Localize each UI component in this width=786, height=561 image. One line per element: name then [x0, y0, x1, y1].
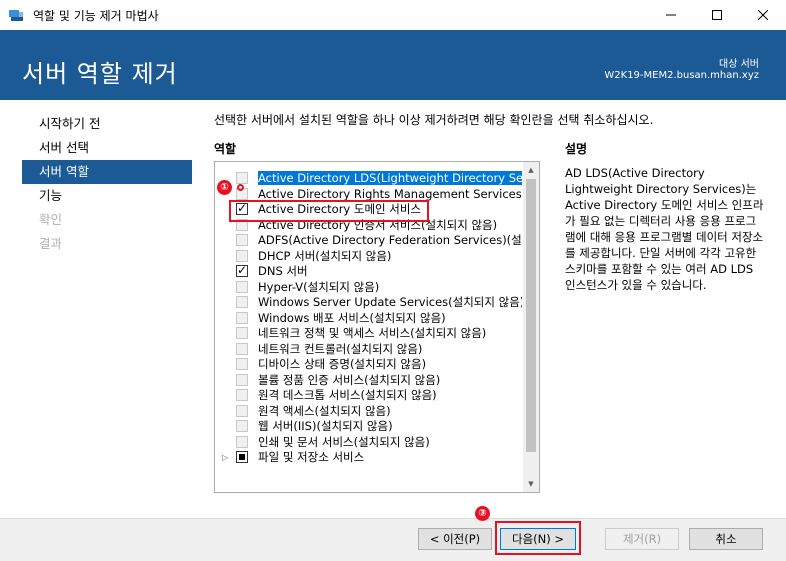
role-checkbox[interactable] [236, 404, 248, 417]
role-checkbox[interactable] [236, 172, 248, 184]
role-checkbox[interactable] [236, 420, 248, 432]
annotation-box-next [495, 521, 581, 555]
role-checkbox[interactable] [236, 327, 248, 339]
role-item[interactable]: 볼륨 정품 인증 서비스(설치되지 않음) [215, 373, 522, 389]
minimize-icon [666, 14, 676, 16]
role-label: Active Directory LDS(Lightweight Directo… [258, 171, 522, 185]
role-label: DNS 서버 [258, 264, 308, 278]
role-label: 원격 데스크톱 서비스(설치되지 않음) [258, 388, 437, 402]
role-item[interactable]: Active Directory LDS(Lightweight Directo… [215, 171, 522, 187]
role-item[interactable]: DHCP 서버(설치되지 않음) [215, 249, 522, 265]
wizard-steps-nav: 시작하기 전 서버 선택 서버 역할 기능확인결과 [22, 112, 192, 256]
nav-item-5: 결과 [39, 236, 63, 251]
role-item[interactable]: 인쇄 및 문서 서비스(설치되지 않음) [215, 435, 522, 451]
maximize-icon [712, 10, 722, 20]
role-checkbox[interactable] [236, 358, 248, 370]
nav-item-2[interactable]: 서버 역할 [22, 160, 192, 184]
annotation-number-1: ① [217, 180, 232, 195]
role-item[interactable]: DNS 서버 [215, 264, 522, 280]
role-label: 네트워크 정책 및 액세스 서비스(설치되지 않음) [258, 326, 487, 340]
destination-server-label: 대상 서버 [719, 59, 759, 70]
role-label: DHCP 서버(설치되지 않음) [258, 248, 392, 263]
role-item[interactable]: 웹 서버(IIS)(설치되지 않음) [215, 419, 522, 435]
role-label: 인쇄 및 문서 서비스(설치되지 않음) [258, 434, 430, 449]
server-manager-icon [9, 10, 23, 21]
role-label: Active Directory Rights Management Servi… [258, 186, 522, 201]
role-description: AD LDS(Active Directory Lightweight Dire… [565, 166, 764, 292]
role-checkbox[interactable] [236, 389, 248, 401]
remove-button[interactable]: 제거(R) [605, 528, 679, 550]
role-label: 원격 액세스(설치되지 않음) [258, 403, 391, 418]
role-label: ADFS(Active Directory Federation Service… [258, 233, 522, 247]
cancel-button[interactable]: 취소 [689, 528, 763, 550]
role-checkbox[interactable] [236, 342, 248, 355]
annotation-dot [237, 184, 244, 191]
role-checkbox[interactable] [236, 264, 248, 279]
role-checkbox[interactable] [236, 435, 248, 448]
destination-server-name: W2K19-MEM2.busan.mhan.xyz [604, 70, 759, 81]
role-checkbox[interactable] [236, 311, 248, 324]
role-item[interactable]: Hyper-V(설치되지 않음) [215, 280, 522, 296]
close-button[interactable] [740, 0, 786, 30]
role-label: 디바이스 상태 증명(설치되지 않음) [258, 357, 427, 371]
expand-arrow-icon[interactable]: ▷ [222, 450, 228, 466]
nav-item-4: 확인 [39, 212, 63, 227]
window-title: 역할 및 기능 제거 마법사 [33, 9, 159, 23]
role-checkbox[interactable] [236, 249, 248, 262]
minimize-button[interactable] [648, 0, 694, 30]
role-checkbox[interactable] [236, 280, 248, 293]
nav-item-1[interactable]: 서버 선택 [22, 136, 192, 160]
scroll-down-arrow-icon[interactable]: ▼ [523, 476, 539, 492]
role-item[interactable]: ADFS(Active Directory Federation Service… [215, 233, 522, 249]
role-item[interactable]: 네트워크 컨트롤러(설치되지 않음) [215, 342, 522, 358]
scroll-up-arrow-icon[interactable]: ▲ [523, 162, 539, 178]
maximize-button[interactable] [694, 0, 740, 30]
role-checkbox[interactable] [236, 451, 248, 463]
role-label: 웹 서버(IIS)(설치되지 않음) [258, 419, 393, 433]
role-checkbox[interactable] [236, 296, 248, 308]
role-item[interactable]: 네트워크 정책 및 액세스 서비스(설치되지 않음) [215, 326, 522, 342]
role-label: Windows Server Update Services(설치되지 않음) [258, 295, 522, 309]
role-label: 파일 및 저장소 서비스 [258, 450, 365, 464]
annotation-number-3: ③ [475, 506, 490, 521]
role-label: Hyper-V(설치되지 않음) [258, 279, 380, 294]
title-bar: 역할 및 기능 제거 마법사 [0, 0, 786, 30]
role-item[interactable]: 원격 액세스(설치되지 않음) [215, 404, 522, 420]
role-checkbox[interactable] [236, 373, 248, 386]
wizard-header: 서버 역할 제거 대상 서버 W2K19-MEM2.busan.mhan.xyz [0, 30, 786, 100]
roles-scrollbar[interactable]: ▲ ▼ [523, 162, 539, 492]
scroll-thumb[interactable] [526, 179, 536, 452]
instruction-text: 선택한 서버에서 설치된 역할을 하나 이상 제거하려면 해당 확인란을 선택 … [214, 113, 654, 127]
role-label: 네트워크 컨트롤러(설치되지 않음) [258, 341, 423, 356]
nav-item-3[interactable]: 기능 [22, 184, 192, 208]
role-checkbox[interactable] [236, 234, 248, 246]
page-title: 서버 역할 제거 [22, 60, 178, 88]
role-item[interactable]: Windows Server Update Services(설치되지 않음) [215, 295, 522, 311]
roles-label: 역할 [214, 142, 237, 156]
role-item[interactable]: Windows 배포 서비스(설치되지 않음) [215, 311, 522, 327]
annotation-box-ad-ds [229, 200, 429, 222]
previous-button[interactable]: < 이전(P) [418, 528, 492, 550]
role-item[interactable]: 디바이스 상태 증명(설치되지 않음) [215, 357, 522, 373]
role-item[interactable]: ▷ 파일 및 저장소 서비스 [215, 450, 522, 466]
role-label: Windows 배포 서비스(설치되지 않음) [258, 310, 446, 325]
description-label: 설명 [565, 142, 588, 156]
role-label: 볼륨 정품 인증 서비스(설치되지 않음) [258, 372, 441, 387]
close-icon [758, 10, 768, 20]
nav-item-0[interactable]: 시작하기 전 [22, 112, 192, 136]
role-item[interactable]: 원격 데스크톱 서비스(설치되지 않음) [215, 388, 522, 404]
